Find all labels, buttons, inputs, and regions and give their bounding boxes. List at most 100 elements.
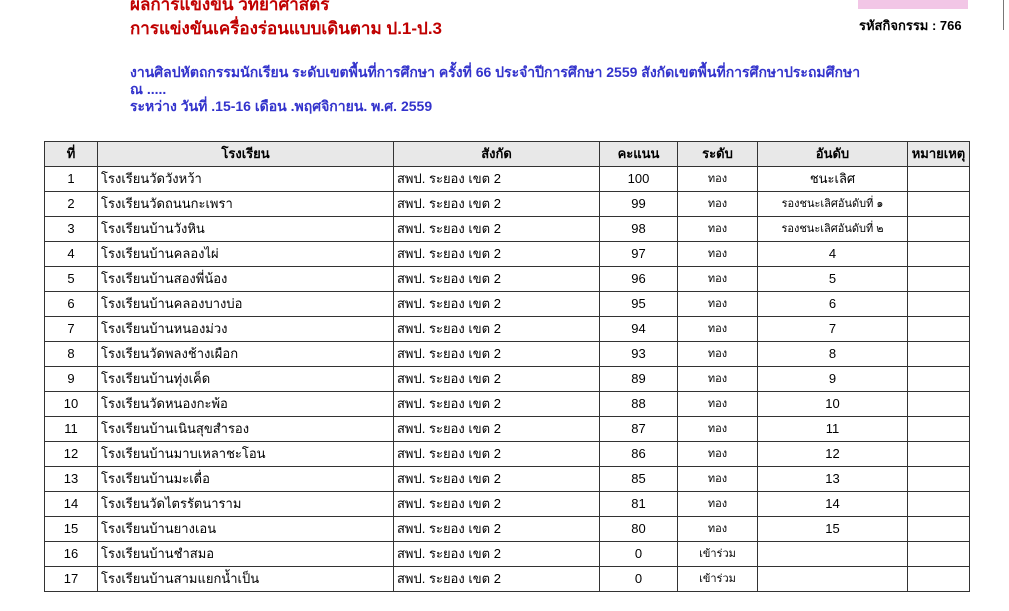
cell-level: ทอง [677, 366, 758, 392]
cell-no: 11 [44, 416, 98, 442]
cell-note [907, 191, 970, 217]
cell-score: 95 [599, 291, 678, 317]
cell-score: 96 [599, 266, 678, 292]
cell-school: โรงเรียนบ้านชำสมอ [97, 541, 394, 567]
cell-school: โรงเรียนบ้านยางเอน [97, 516, 394, 542]
cell-school: โรงเรียนบ้านคลองไผ่ [97, 241, 394, 267]
cell-note [907, 416, 970, 442]
cell-rank: 11 [757, 416, 908, 442]
cell-note [907, 541, 970, 567]
cell-school: โรงเรียนวัดพลงช้างเผือก [97, 341, 394, 367]
cell-rank: 10 [757, 391, 908, 417]
cell-note [907, 491, 970, 517]
cell-rank: ชนะเลิศ [757, 166, 908, 192]
cell-rank: 15 [757, 516, 908, 542]
table-row: 2 โรงเรียนวัดถนนกะเพรา สพป. ระยอง เขต 2 99 ท… [44, 191, 970, 217]
cell-rank: 5 [757, 266, 908, 292]
cell-affiliation: สพป. ระยอง เขต 2 [393, 241, 600, 267]
results-table: ที่ โรงเรียน สังกัด คะแนน ระดับ อันดับ หมายเหต… [44, 141, 970, 592]
cell-score: 88 [599, 391, 678, 417]
cell-rank: 8 [757, 341, 908, 367]
table-row: 13 โรงเรียนบ้านมะเดื่อ สพป. ระยอง เขต 2 85 ท… [44, 466, 970, 492]
cell-score: 89 [599, 366, 678, 392]
cell-note [907, 441, 970, 467]
cell-no: 13 [44, 466, 98, 492]
cell-school: โรงเรียนบ้านหนองม่วง [97, 316, 394, 342]
cell-rank: 6 [757, 291, 908, 317]
cell-no: 10 [44, 391, 98, 417]
table-row: 8 โรงเรียนวัดพลงช้างเผือก สพป. ระยอง เขต 2… [44, 341, 970, 367]
cell-level: เข้าร่วม [677, 566, 758, 592]
cell-score: 0 [599, 566, 678, 592]
table-row: 4 โรงเรียนบ้านคลองไผ่ สพป. ระยอง เขต 2 97 ทอ… [44, 241, 970, 267]
cell-school: โรงเรียนบ้านเนินสุขสำรอง [97, 416, 394, 442]
cell-note [907, 391, 970, 417]
cell-level: ทอง [677, 216, 758, 242]
table-body: 1 โรงเรียนวัดวังหว้า สพป. ระยอง เขต 2 100 ทอ… [44, 166, 970, 592]
cell-school: โรงเรียนวัดหนองกะพ้อ [97, 391, 394, 417]
cell-level: ทอง [677, 316, 758, 342]
cell-level: ทอง [677, 491, 758, 517]
cell-level: ทอง [677, 241, 758, 267]
cell-score: 100 [599, 166, 678, 192]
cell-affiliation: สพป. ระยอง เขต 2 [393, 216, 600, 242]
cell-rank: 7 [757, 316, 908, 342]
cell-score: 93 [599, 341, 678, 367]
header-col-note: หมายเหตุ [907, 141, 970, 167]
cell-affiliation: สพป. ระยอง เขต 2 [393, 516, 600, 542]
cell-note [907, 166, 970, 192]
table-row: 17 โรงเรียนบ้านสามแยกน้ำเป็น สพป. ระยอง เข… [44, 566, 970, 592]
cell-school: โรงเรียนบ้านสามแยกน้ำเป็น [97, 566, 394, 592]
cell-no: 2 [44, 191, 98, 217]
cell-school: โรงเรียนบ้านสองพี่น้อง [97, 266, 394, 292]
cell-affiliation: สพป. ระยอง เขต 2 [393, 266, 600, 292]
cell-school: โรงเรียนบ้านมาบเหลาชะโอน [97, 441, 394, 467]
cell-score: 99 [599, 191, 678, 217]
cell-score: 85 [599, 466, 678, 492]
cell-note [907, 516, 970, 542]
table-row: 7 โรงเรียนบ้านหนองม่วง สพป. ระยอง เขต 2 94 ท… [44, 316, 970, 342]
cell-no: 12 [44, 441, 98, 467]
cell-affiliation: สพป. ระยอง เขต 2 [393, 491, 600, 517]
cell-note [907, 366, 970, 392]
cell-no: 14 [44, 491, 98, 517]
header-col-school: โรงเรียน [97, 141, 394, 167]
cell-note [907, 266, 970, 292]
table-row: 10 โรงเรียนวัดหนองกะพ้อ สพป. ระยอง เขต 2 88… [44, 391, 970, 417]
cell-level: ทอง [677, 441, 758, 467]
cell-rank: รองชนะเลิศอันดับที่ ๑ [757, 191, 908, 217]
cell-affiliation: สพป. ระยอง เขต 2 [393, 291, 600, 317]
cell-note [907, 291, 970, 317]
table-header-row: ที่ โรงเรียน สังกัด คะแนน ระดับ อันดับ หมายเหต… [44, 141, 970, 167]
cell-no: 16 [44, 541, 98, 567]
cell-rank: 14 [757, 491, 908, 517]
table-row: 9 โรงเรียนบ้านทุ่งเค็ด สพป. ระยอง เขต 2 89 ท… [44, 366, 970, 392]
cell-level: ทอง [677, 516, 758, 542]
cell-rank: 9 [757, 366, 908, 392]
event-line-3: ระหว่าง วันที่ .15-16 เดือน .พฤศจิกายน. … [130, 98, 433, 114]
table-row: 5 โรงเรียนบ้านสองพี่น้อง สพป. ระยอง เขต 29… [44, 266, 970, 292]
cell-score: 86 [599, 441, 678, 467]
header-col-no: ที่ [44, 141, 98, 167]
cell-school: โรงเรียนวัดไตรรัตนาราม [97, 491, 394, 517]
cell-no: 4 [44, 241, 98, 267]
table-row: 12 โรงเรียนบ้านมาบเหลาชะโอน สพป. ระยอง เขต… [44, 441, 970, 467]
cell-affiliation: สพป. ระยอง เขต 2 [393, 391, 600, 417]
cell-school: โรงเรียนบ้านมะเดื่อ [97, 466, 394, 492]
cell-rank: รองชนะเลิศอันดับที่ ๒ [757, 216, 908, 242]
activity-code: รหัสกิจกรรม : 766 [859, 18, 962, 33]
cell-affiliation: สพป. ระยอง เขต 2 [393, 191, 600, 217]
cell-school: โรงเรียนบ้านคลองบางบ่อ [97, 291, 394, 317]
cell-no: 1 [44, 166, 98, 192]
cell-score: 97 [599, 241, 678, 267]
cell-level: ทอง [677, 416, 758, 442]
cell-school: โรงเรียนวัดวังหว้า [97, 166, 394, 192]
table-row: 15 โรงเรียนบ้านยางเอน สพป. ระยอง เขต 2 80 ทอ… [44, 516, 970, 542]
table-row: 14 โรงเรียนวัดไตรรัตนาราม สพป. ระยอง เขต 2… [44, 491, 970, 517]
cell-rank [757, 566, 908, 592]
cell-score: 98 [599, 216, 678, 242]
frame-edge [1003, 0, 1004, 30]
cell-affiliation: สพป. ระยอง เขต 2 [393, 441, 600, 467]
header-col-affiliation: สังกัด [393, 141, 600, 167]
cell-rank: 12 [757, 441, 908, 467]
